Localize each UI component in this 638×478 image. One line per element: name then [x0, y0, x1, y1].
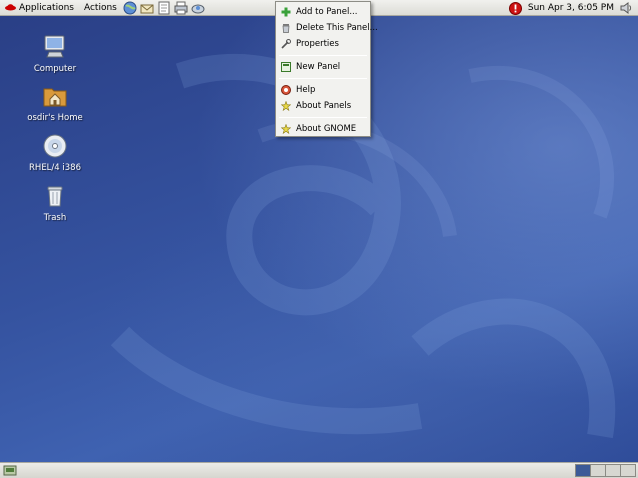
menu-separator — [279, 78, 367, 79]
email-icon — [140, 4, 154, 13]
text-editor-icon — [158, 1, 170, 14]
network-launcher[interactable] — [191, 1, 206, 15]
menu-item-label: Delete This Panel... — [296, 23, 378, 33]
menu-separator — [279, 55, 367, 56]
trash-icon — [47, 186, 63, 207]
applications-menu[interactable]: Applications — [0, 0, 79, 16]
panel-right-tray: Sun Apr 3, 6:05 PM — [508, 0, 638, 16]
plus-icon — [281, 7, 291, 17]
show-desktop-icon — [3, 465, 17, 476]
workspace-2[interactable] — [590, 464, 606, 477]
new-panel-icon — [281, 62, 291, 72]
delete-icon — [281, 23, 291, 33]
workspace-1[interactable] — [575, 464, 591, 477]
desktop-icon-home[interactable]: osdir's Home — [23, 83, 87, 123]
menu-separator — [279, 117, 367, 118]
network-icon — [191, 4, 205, 13]
web-browser-launcher[interactable] — [123, 1, 138, 15]
menu-item-delete-panel[interactable]: Delete This Panel... — [276, 20, 378, 36]
gnome-star-icon — [281, 124, 291, 134]
update-alert-icon[interactable] — [508, 1, 522, 15]
show-desktop-button[interactable] — [3, 464, 17, 477]
workspace-3[interactable] — [605, 464, 621, 477]
desktop-icon-cdrom[interactable]: RHEL/4 i386 — [23, 133, 87, 173]
desktop-icon-label: Computer — [33, 64, 77, 74]
help-icon — [281, 85, 291, 95]
workspace-4[interactable] — [620, 464, 636, 477]
applications-label: Applications — [19, 2, 74, 13]
desktop-icon-label: Trash — [43, 213, 67, 223]
desktop-icon-computer[interactable]: Computer — [23, 34, 87, 74]
desktop-icon-trash[interactable]: Trash — [23, 183, 87, 223]
desktop-icon-label: RHEL/4 i386 — [29, 163, 81, 173]
email-launcher[interactable] — [140, 1, 155, 15]
panel-context-menu: Add to Panel... Delete This Panel... Pro… — [275, 1, 378, 137]
desktop-icon-label: osdir's Home — [27, 113, 83, 123]
menu-item-label: About Panels — [296, 101, 352, 111]
menu-item-properties[interactable]: Properties — [276, 36, 370, 52]
printer-icon — [174, 1, 188, 14]
properties-icon — [281, 39, 291, 49]
star-icon — [281, 101, 291, 111]
menu-item-about-panels[interactable]: About Panels — [276, 98, 370, 114]
menu-item-new-panel[interactable]: New Panel — [276, 59, 370, 75]
volume-icon[interactable] — [620, 2, 638, 14]
text-editor-launcher[interactable] — [157, 1, 172, 15]
actions-menu[interactable]: Actions — [79, 0, 122, 16]
menu-item-label: New Panel — [296, 62, 341, 72]
menu-item-label: Add to Panel... — [296, 7, 358, 17]
cdrom-icon — [43, 134, 67, 158]
menu-item-about-gnome[interactable]: About GNOME — [276, 121, 370, 137]
menu-item-add-to-panel[interactable]: Add to Panel... — [276, 4, 370, 20]
menu-item-label: About GNOME — [296, 124, 357, 134]
computer-icon — [44, 35, 65, 58]
menu-item-label: Help — [296, 85, 316, 95]
home-folder-icon — [43, 88, 67, 107]
workspace-switcher[interactable] — [575, 464, 636, 477]
printer-launcher[interactable] — [174, 1, 189, 15]
menu-item-label: Properties — [296, 39, 339, 49]
bottom-panel[interactable] — [0, 462, 638, 478]
actions-label: Actions — [83, 2, 117, 13]
clock[interactable]: Sun Apr 3, 6:05 PM — [522, 3, 620, 13]
red-hat-icon — [5, 2, 16, 14]
menu-item-help[interactable]: Help — [276, 82, 370, 98]
web-browser-icon — [123, 1, 137, 14]
